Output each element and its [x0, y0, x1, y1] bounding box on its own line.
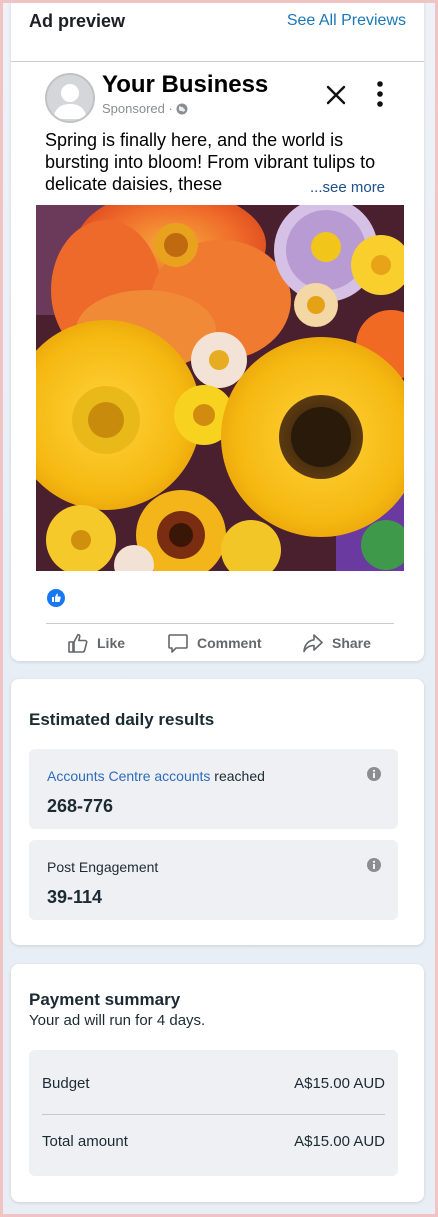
- more-options-icon[interactable]: [373, 81, 387, 107]
- divider: [42, 1114, 385, 1115]
- share-label: Share: [332, 635, 371, 651]
- like-label: Like: [97, 635, 126, 651]
- like-badge-icon: [47, 589, 65, 607]
- thumbs-up-icon: [68, 633, 88, 653]
- payment-duration-text: Your ad will run for 4 days.: [29, 1012, 206, 1029]
- total-amount-label: Total amount: [42, 1132, 128, 1150]
- avatar: [45, 73, 95, 123]
- payment-summary-card: Payment summary Your ad will run for 4 d…: [11, 964, 424, 1202]
- ad-image-flowers: [36, 205, 404, 571]
- share-button[interactable]: Share: [302, 631, 371, 655]
- estimated-results-card: Estimated daily results Accounts Centre …: [11, 679, 424, 945]
- like-button[interactable]: Like: [67, 631, 125, 655]
- engagement-value: 39-114: [47, 887, 103, 907]
- comment-icon: [168, 634, 188, 653]
- comment-button[interactable]: Comment: [167, 631, 262, 655]
- budget-label: Budget: [42, 1074, 90, 1092]
- divider: [11, 61, 424, 62]
- total-amount-row: Total amount A$15.00 AUD: [42, 1129, 385, 1153]
- share-icon: [303, 634, 323, 653]
- payment-details-box: Budget A$15.00 AUD Total amount A$15.00 …: [29, 1050, 398, 1176]
- budget-value: A$15.00 AUD: [294, 1074, 385, 1092]
- app-frame: Ad preview See All Previews Your Busines…: [3, 3, 435, 1214]
- engagement-label: Post Engagement: [47, 859, 159, 875]
- total-amount-value: A$15.00 AUD: [294, 1132, 385, 1150]
- engagement-stat-box: Post Engagement 39-114: [29, 840, 398, 920]
- default-avatar-icon: [53, 84, 87, 119]
- business-name[interactable]: Your Business: [102, 71, 268, 99]
- reach-stat-box: Accounts Centre accounts reached 268-776: [29, 749, 398, 829]
- accounts-centre-link[interactable]: Accounts Centre accounts: [47, 768, 210, 784]
- sponsored-text: Sponsored ·: [102, 101, 173, 116]
- info-icon[interactable]: [367, 858, 381, 872]
- see-more-link[interactable]: ...see more: [308, 179, 386, 196]
- ad-preview-title: Ad preview: [29, 11, 126, 31]
- sponsored-label: Sponsored ·: [102, 101, 188, 116]
- flower-photo: [36, 205, 404, 571]
- divider: [46, 623, 394, 624]
- globe-icon: [176, 103, 188, 114]
- comment-label: Comment: [197, 635, 262, 651]
- close-icon[interactable]: [326, 85, 346, 105]
- info-icon[interactable]: [367, 767, 381, 781]
- reach-label-suffix: reached: [210, 768, 265, 784]
- budget-row: Budget A$15.00 AUD: [42, 1071, 385, 1095]
- estimated-results-title: Estimated daily results: [29, 710, 215, 729]
- payment-summary-title: Payment summary: [29, 990, 181, 1009]
- reach-value: 268-776: [47, 796, 114, 816]
- ad-preview-card: Ad preview See All Previews Your Busines…: [11, 3, 424, 661]
- see-all-previews-link[interactable]: See All Previews: [287, 12, 406, 30]
- reach-label: Accounts Centre accounts reached: [47, 768, 265, 784]
